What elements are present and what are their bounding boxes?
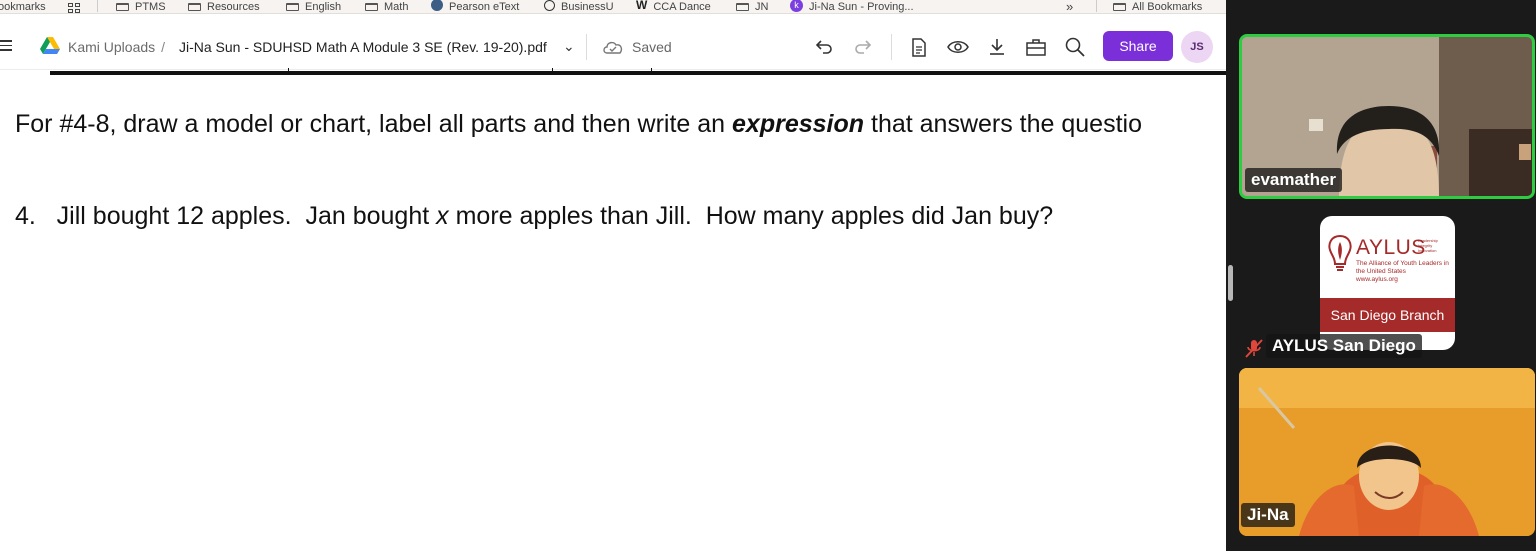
participant-name: AYLUS San Diego (1266, 334, 1422, 358)
aylus-subtitle: The Alliance of Youth Leaders in the Uni… (1356, 260, 1449, 283)
bookmark-english[interactable]: English (286, 0, 341, 13)
folder-icon (1113, 3, 1126, 11)
aylus-tagline: Leadership Integrity Innovation (1418, 238, 1438, 253)
bookmark-businessu[interactable]: BusinessU (544, 0, 614, 13)
breadcrumb[interactable]: Kami Uploads / (68, 39, 171, 55)
all-bookmarks[interactable]: All Bookmarks (1113, 0, 1202, 13)
google-drive-icon (40, 37, 60, 54)
screen: ookmarks PTMS Resources English Math Pea… (0, 0, 1536, 551)
redo-icon[interactable] (850, 34, 876, 60)
table-cell-divider (552, 68, 553, 75)
bookmarks-bar: ookmarks PTMS Resources English Math Pea… (0, 0, 1226, 14)
apps-grid-icon[interactable] (68, 2, 80, 13)
download-icon[interactable] (984, 34, 1010, 60)
menu-icon[interactable] (0, 40, 12, 54)
bookmarks-divider (97, 0, 98, 12)
bookmarks-label[interactable]: ookmarks (0, 0, 46, 13)
bookmarks-divider (1096, 0, 1097, 12)
bookmark-ji-na-proving[interactable]: k Ji-Na Sun - Proving... (790, 0, 914, 13)
table-cell-divider (651, 68, 652, 75)
participant-tile-evamather[interactable]: evamather (1239, 34, 1535, 199)
undo-icon[interactable] (811, 34, 837, 60)
aylus-logo-title: AYLUS (1356, 236, 1426, 259)
table-cell-divider (288, 68, 289, 75)
globe-icon (544, 0, 555, 11)
toolbox-icon[interactable] (1023, 34, 1049, 60)
folder-icon (188, 3, 201, 11)
folder-icon (286, 3, 299, 11)
pearson-icon (431, 0, 443, 11)
bookmark-resources[interactable]: Resources (188, 0, 260, 13)
eye-icon[interactable] (945, 34, 971, 60)
aylus-branch-banner: San Diego Branch (1320, 298, 1455, 332)
bookmark-jn[interactable]: JN (736, 0, 768, 13)
document-filename[interactable]: Ji-Na Sun - SDUHSD Math A Module 3 SE (R… (179, 39, 547, 55)
panel-scrollbar[interactable] (1228, 265, 1233, 301)
folder-icon (365, 3, 378, 11)
table-bottom-border (50, 71, 1226, 75)
toolbar-divider (891, 34, 892, 60)
chevron-down-icon[interactable]: ⌄ (563, 38, 575, 55)
microphone-muted-icon (1245, 339, 1263, 358)
participant-tile-ji-na[interactable]: Ji-Na (1239, 368, 1535, 536)
w-icon: W (636, 0, 648, 12)
lightbulb-logo-icon (1328, 234, 1352, 271)
participant-name: Ji-Na (1241, 503, 1295, 527)
question-4: 4. Jill bought 12 apples. Jan bought x m… (15, 202, 1054, 230)
avatar[interactable]: JS (1181, 31, 1213, 63)
bookmark-ptms[interactable]: PTMS (116, 0, 166, 13)
bookmarks-overflow-icon[interactable]: » (1066, 0, 1073, 13)
instruction-text: For #4-8, draw a model or chart, label a… (15, 110, 1142, 138)
bookmark-math[interactable]: Math (365, 0, 408, 13)
folder-icon (736, 3, 749, 11)
bookmark-cca-dance[interactable]: W CCA Dance (636, 0, 711, 13)
document-icon[interactable] (906, 34, 932, 60)
saved-status: Saved (602, 39, 672, 55)
folder-icon (116, 3, 129, 11)
k-icon: k (790, 0, 803, 12)
bookmark-pearson[interactable]: Pearson eText (431, 0, 519, 13)
share-button[interactable]: Share (1103, 31, 1173, 61)
participant-tile-aylus[interactable]: AYLUS Leadership Integrity Innovation Th… (1320, 216, 1455, 350)
search-icon[interactable] (1062, 34, 1088, 60)
cloud-check-icon (603, 41, 623, 54)
kami-toolbar: Kami Uploads / Ji-Na Sun - SDUHSD Math A … (0, 14, 1226, 70)
toolbar-divider (586, 34, 587, 60)
participant-name: evamather (1245, 168, 1343, 192)
